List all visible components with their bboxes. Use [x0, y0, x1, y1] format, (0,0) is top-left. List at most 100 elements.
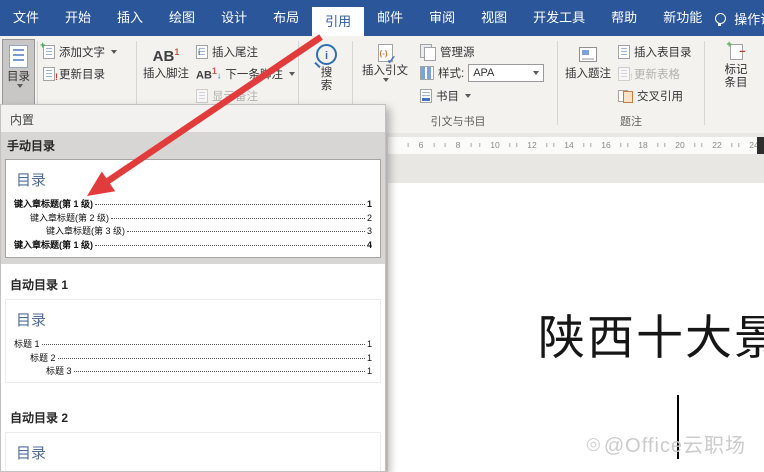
insert-citation-icon: (-) ✓ — [378, 44, 393, 62]
add-text-label: 添加文字 — [59, 44, 105, 60]
toc-preview-heading: 目录 — [16, 309, 372, 330]
style-label: 样式: — [438, 65, 464, 81]
ruler-number: 10 — [490, 140, 499, 150]
search-icon: i — [316, 44, 337, 65]
update-table-button: ! 更新表格 — [618, 64, 680, 84]
chevron-down-icon — [465, 94, 471, 98]
auto-toc2-preview: 目录 标题 11 — [5, 432, 381, 472]
update-toc-button[interactable]: ! 更新目录 — [43, 64, 105, 84]
gallery-item-auto-toc-2[interactable]: 自动目录 2 目录 标题 11 — [1, 403, 385, 472]
update-table-label: 更新表格 — [634, 66, 680, 82]
tab-mailings[interactable]: 邮件 — [364, 0, 416, 36]
update-toc-label: 更新目录 — [59, 66, 105, 82]
insert-footnote-label: 插入脚注 — [143, 68, 189, 81]
chevron-down-icon — [111, 50, 117, 54]
tab-draw[interactable]: 绘图 — [156, 0, 208, 36]
tab-home[interactable]: 开始 — [52, 0, 104, 36]
mark-entry-label-1: 标记 — [725, 64, 748, 77]
insert-table-of-figures-icon — [618, 45, 630, 59]
toc-button[interactable]: 目录 — [2, 39, 35, 107]
toc-entry: 键入章标题(第 1 级)4 — [14, 239, 372, 253]
tab-review[interactable]: 审阅 — [416, 0, 468, 36]
toc-entry: 键入章标题(第 3 级)3 — [14, 225, 372, 239]
insert-tof-label: 插入表目录 — [634, 44, 692, 60]
tell-me-label: 操作说明 — [734, 9, 764, 28]
watermark-logo-icon: ◎ — [586, 434, 602, 454]
watermark: ◎ @Office云职场 — [586, 429, 746, 458]
citation-style-select[interactable]: APA — [468, 64, 544, 82]
chevron-down-icon — [383, 78, 389, 82]
show-notes-label: 显示备注 — [212, 88, 258, 104]
toc-preview-heading: 目录 — [16, 442, 372, 463]
group-separator — [557, 41, 558, 125]
insert-citation-button[interactable]: (-) ✓ 插入引文 — [358, 39, 412, 107]
insert-endnote-button[interactable]: i 插入尾注 — [196, 42, 258, 62]
toc-entry: 标题 31 — [14, 365, 372, 379]
toc-entry: 键入章标题(第 1 级)1 — [14, 198, 372, 212]
tab-developer[interactable]: 开发工具 — [520, 0, 598, 36]
tab-layout[interactable]: 布局 — [260, 0, 312, 36]
ruler-number: 14 — [564, 140, 573, 150]
bibliography-button[interactable]: 书目 — [420, 86, 471, 106]
chevron-down-icon — [289, 72, 295, 76]
next-footnote-button[interactable]: AB1↓ 下一条脚注 — [196, 64, 295, 84]
tab-new-features[interactable]: 新功能 — [650, 0, 715, 36]
gallery-item-title: 自动目录 1 — [1, 270, 385, 299]
insert-caption-icon — [579, 47, 597, 62]
insert-endnote-label: 插入尾注 — [212, 44, 258, 60]
document-title-text: 陕西十大景 — [538, 299, 764, 368]
toc-button-label: 目录 — [7, 71, 30, 84]
mark-entry-button[interactable]: + − 标记 条目 — [710, 39, 762, 107]
toc-gallery-dropdown: 内置 手动目录 目录 键入章标题(第 1 级)1 键入章标题(第 2 级)2 键… — [0, 104, 386, 472]
update-table-icon: ! — [618, 67, 630, 81]
tab-file[interactable]: 文件 — [0, 0, 52, 36]
show-notes-icon — [196, 89, 208, 103]
insert-footnote-button[interactable]: AB1 插入脚注 — [141, 39, 191, 107]
group-label-citations: 引文与书目 — [383, 113, 533, 129]
tab-view[interactable]: 视图 — [468, 0, 520, 36]
auto-toc1-preview: 目录 标题 11 标题 21 标题 31 — [5, 299, 381, 383]
toc-preview-heading: 目录 — [16, 169, 372, 190]
gallery-item-manual-toc[interactable]: 手动目录 目录 键入章标题(第 1 级)1 键入章标题(第 2 级)2 键入章标… — [1, 132, 385, 264]
tell-me-box[interactable]: 操作说明 — [715, 0, 764, 36]
insert-caption-button[interactable]: 插入题注 — [562, 39, 614, 107]
insert-table-of-figures-button[interactable]: 插入表目录 — [618, 42, 692, 62]
ruler-number: 16 — [601, 140, 610, 150]
gallery-item-title: 自动目录 2 — [1, 403, 385, 432]
manage-sources-icon — [420, 44, 436, 60]
show-notes-button: 显示备注 — [196, 86, 258, 106]
next-footnote-label: 下一条脚注 — [225, 66, 283, 82]
add-text-button[interactable]: + 添加文字 — [43, 42, 117, 62]
insert-citation-label: 插入引文 — [362, 65, 408, 78]
style-icon — [420, 66, 434, 80]
cross-reference-label: 交叉引用 — [637, 88, 683, 104]
toc-icon — [9, 45, 28, 68]
gallery-item-auto-toc-1[interactable]: 自动目录 1 目录 标题 11 标题 21 标题 31 — [1, 270, 385, 383]
manage-sources-label: 管理源 — [440, 44, 475, 60]
cross-reference-button[interactable]: 交叉引用 — [618, 86, 683, 106]
insert-caption-label: 插入题注 — [565, 68, 611, 81]
manage-sources-button[interactable]: 管理源 — [420, 42, 475, 62]
chevron-down-icon — [533, 71, 539, 75]
document-page[interactable]: 陕西十大景 ◎ @Office云职场 — [388, 183, 764, 472]
gallery-item-title: 手动目录 — [1, 134, 385, 157]
cross-reference-icon — [618, 90, 633, 103]
footnote-ab-icon: AB1 — [153, 44, 180, 65]
toc-entry: 标题 21 — [14, 352, 372, 366]
lightbulb-icon — [715, 13, 726, 24]
ruler-endcap — [757, 137, 764, 154]
tab-design[interactable]: 设计 — [208, 0, 260, 36]
watermark-text: @Office云职场 — [604, 429, 746, 458]
toc-entry: 键入章标题(第 2 级)2 — [14, 212, 372, 226]
search-label-2: 索 — [321, 80, 333, 93]
ruler-number: 12 — [527, 140, 536, 150]
toc-entry: 标题 11 — [14, 338, 372, 352]
ruler-number: 22 — [712, 140, 721, 150]
tab-help[interactable]: 帮助 — [598, 0, 650, 36]
tab-insert[interactable]: 插入 — [104, 0, 156, 36]
group-label-captions: 题注 — [596, 113, 666, 129]
chevron-down-icon — [17, 84, 23, 88]
smart-search-button[interactable]: i 搜 索 — [304, 39, 349, 107]
tab-references[interactable]: 引用 — [312, 7, 364, 36]
update-toc-icon: ! — [43, 67, 55, 81]
